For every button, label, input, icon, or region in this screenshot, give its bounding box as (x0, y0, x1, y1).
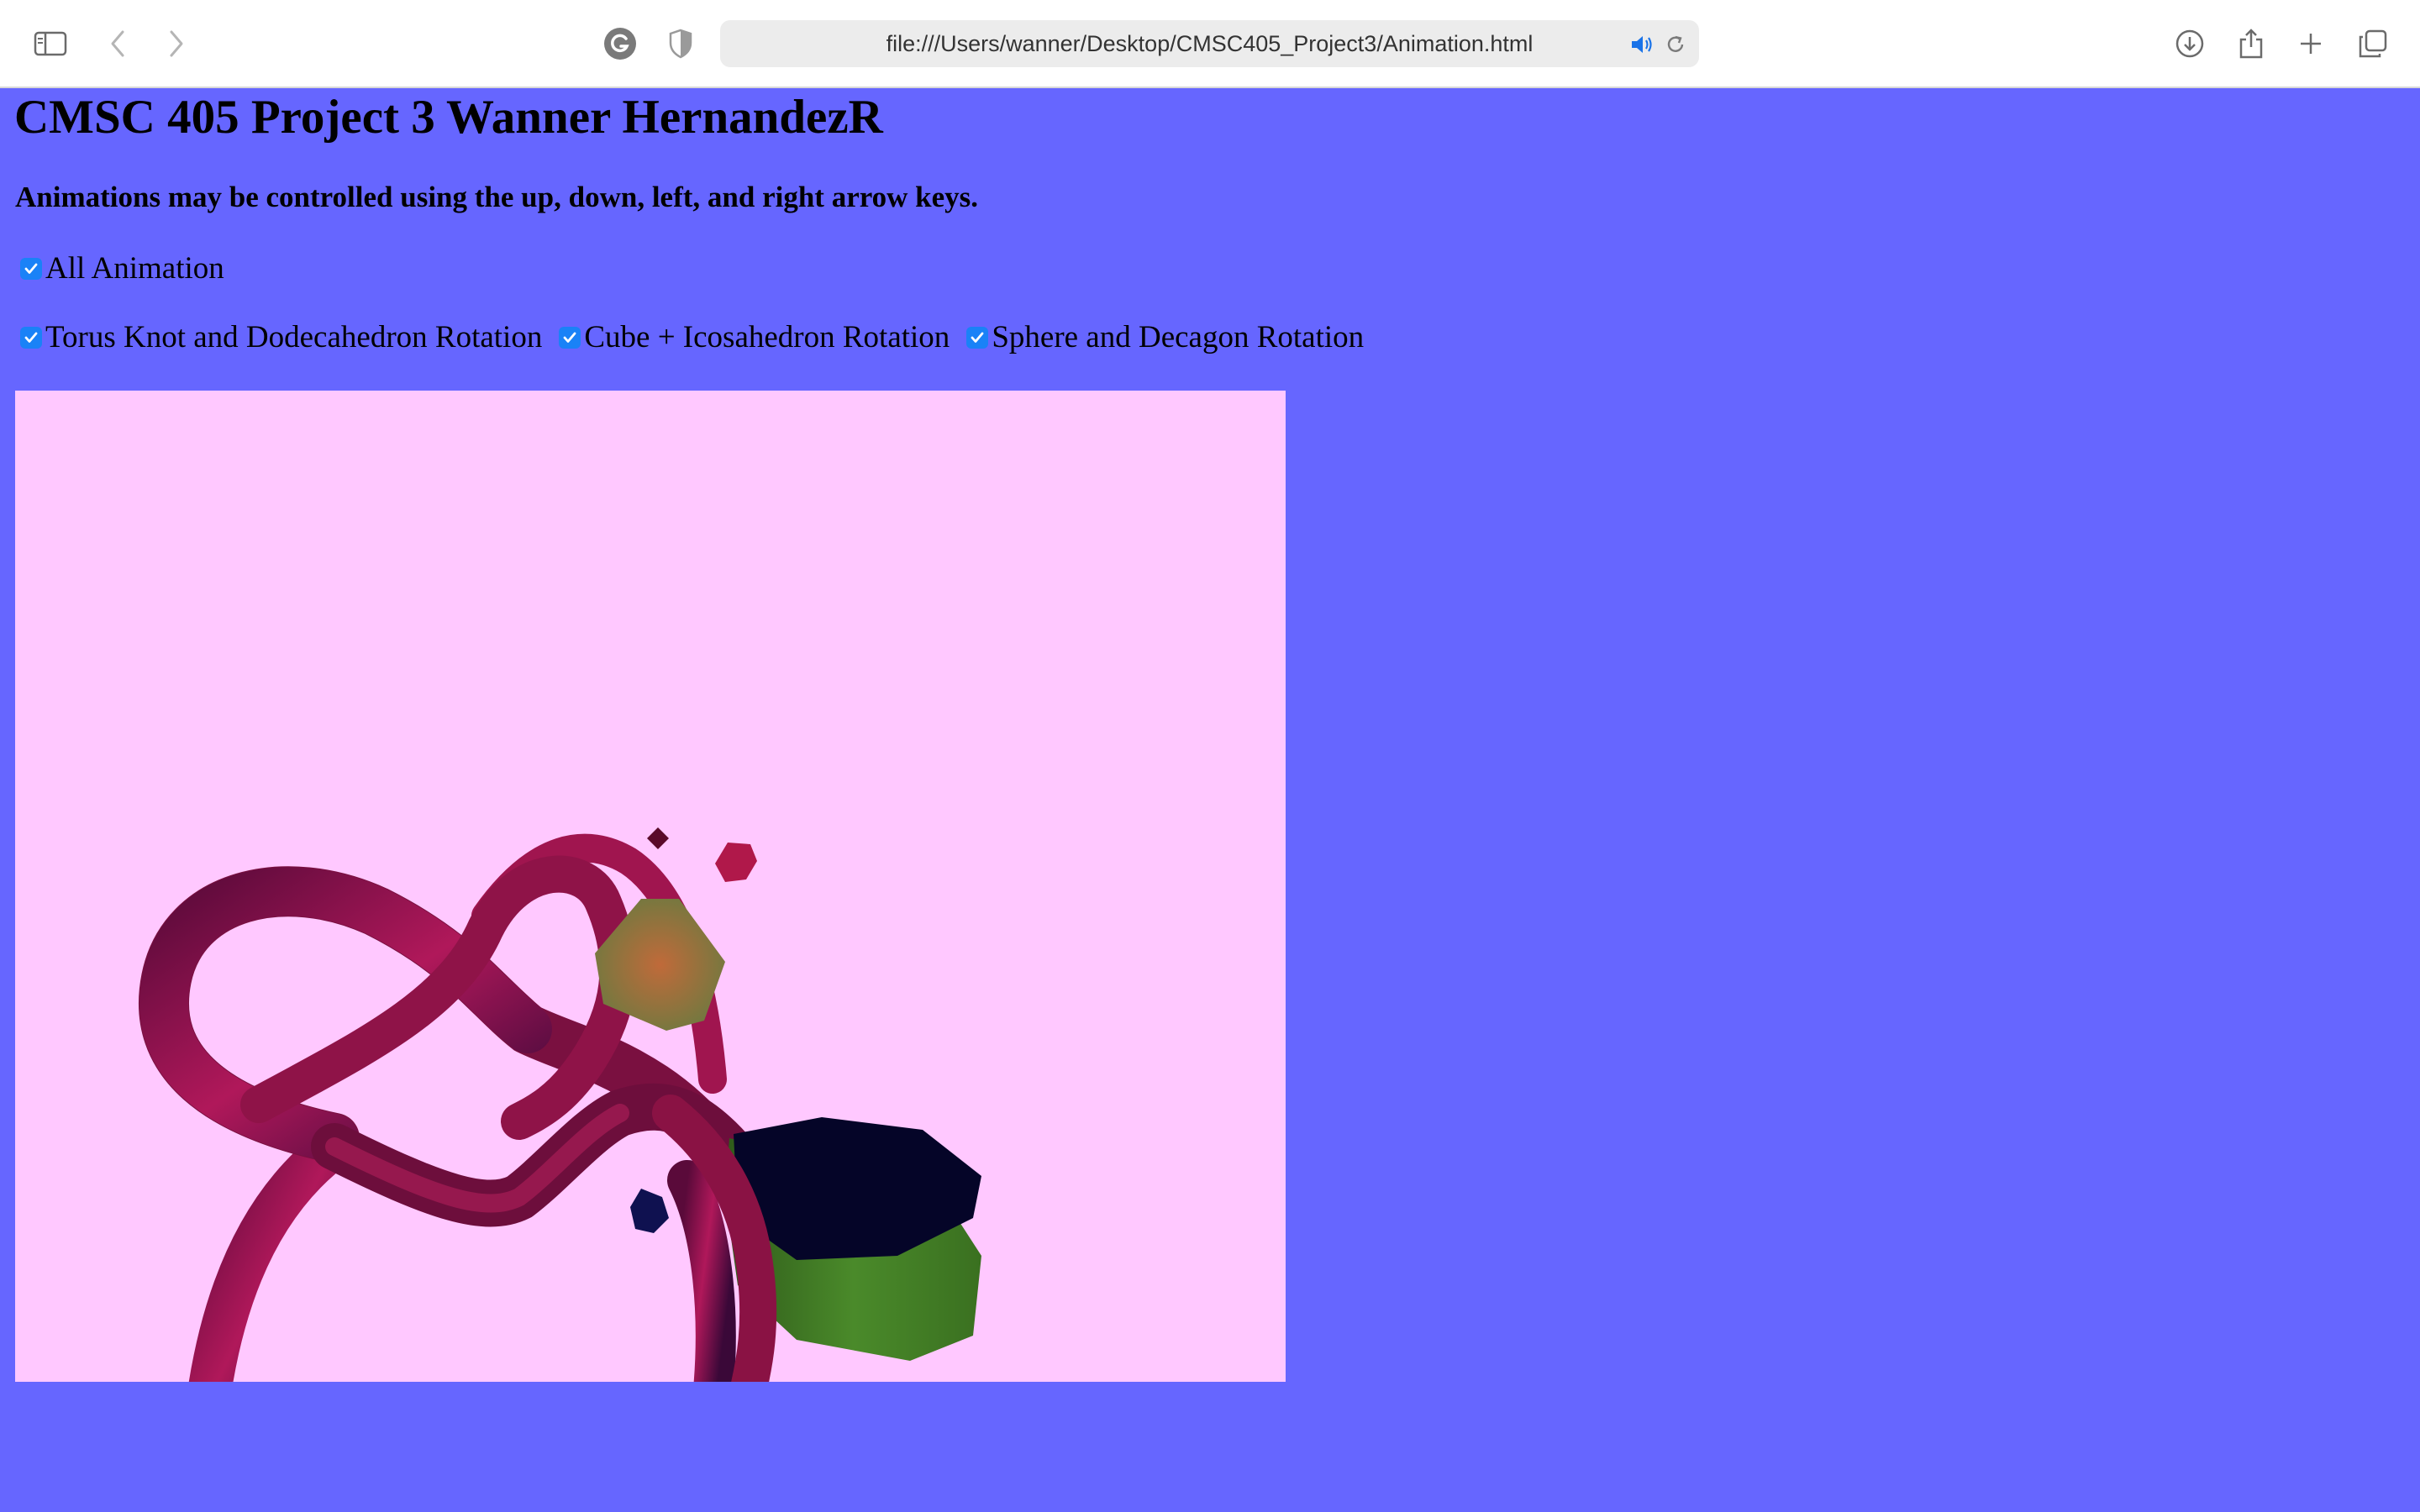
forward-icon (170, 30, 183, 57)
sphere-decagon-label: Sphere and Decagon Rotation (992, 320, 1365, 354)
download-icon (2175, 29, 2204, 58)
audio-button[interactable] (1630, 32, 1655, 57)
privacy-report-button[interactable] (657, 20, 704, 67)
sphere-decagon-checkbox[interactable] (966, 327, 989, 349)
share-button[interactable] (2228, 20, 2275, 67)
grammarly-icon (604, 28, 636, 60)
cube-icosahedron-checkbox[interactable] (559, 327, 581, 349)
small-icosahedron (715, 843, 757, 882)
privacy-shield-icon (669, 29, 692, 59)
address-bar[interactable]: file:///Users/wanner/Desktop/CMSC405_Pro… (720, 20, 1699, 67)
reload-button[interactable] (1663, 32, 1688, 57)
grammarly-button[interactable] (597, 20, 644, 67)
torus-knot-dodecahedron-checkbox[interactable] (20, 327, 42, 349)
new-tab-button[interactable] (2287, 20, 2334, 67)
cube-icosahedron-label: Cube + Icosahedron Rotation (584, 320, 950, 354)
all-animation-checkbox[interactable] (20, 258, 42, 280)
tab-overview-button[interactable] (2349, 20, 2396, 67)
checkmark-icon (971, 332, 984, 343)
downloads-button[interactable] (2166, 20, 2213, 67)
back-icon (111, 30, 124, 57)
new-tab-icon (2301, 34, 2321, 54)
speaker-icon (1632, 36, 1652, 53)
tab-overview-icon (2359, 29, 2387, 58)
browser-toolbar: file:///Users/wanner/Desktop/CMSC405_Pro… (0, 0, 2420, 88)
instructions-text: Animations may be controlled using the u… (15, 181, 979, 213)
torus-knot-dodecahedron-label: Torus Knot and Dodecahedron Rotation (45, 320, 543, 354)
small-sphere (630, 1189, 669, 1233)
page-content: CMSC 405 Project 3 Wanner HernandezR Ani… (0, 88, 2420, 1512)
back-button[interactable] (94, 20, 141, 67)
all-animation-row: All Animation (15, 250, 236, 287)
small-tetrahedron (647, 827, 669, 849)
animation-canvas[interactable] (15, 391, 1286, 1382)
all-animation-label: All Animation (45, 251, 224, 286)
page-title: CMSC 405 Project 3 Wanner HernandezR (14, 91, 883, 144)
sidebar-icon (34, 31, 67, 56)
checkmark-icon (563, 332, 576, 343)
reload-icon (1667, 35, 1684, 52)
checkmark-icon (24, 263, 38, 274)
forward-button[interactable] (153, 20, 200, 67)
animation-toggles-row: Torus Knot and Dodecahedron Rotation Cub… (15, 319, 1376, 356)
url-text: file:///Users/wanner/Desktop/CMSC405_Pro… (886, 31, 1534, 56)
checkmark-icon (24, 332, 38, 343)
share-icon (2239, 29, 2263, 59)
scene-graphic (138, 827, 981, 1382)
sidebar-toggle-button[interactable] (27, 20, 74, 67)
